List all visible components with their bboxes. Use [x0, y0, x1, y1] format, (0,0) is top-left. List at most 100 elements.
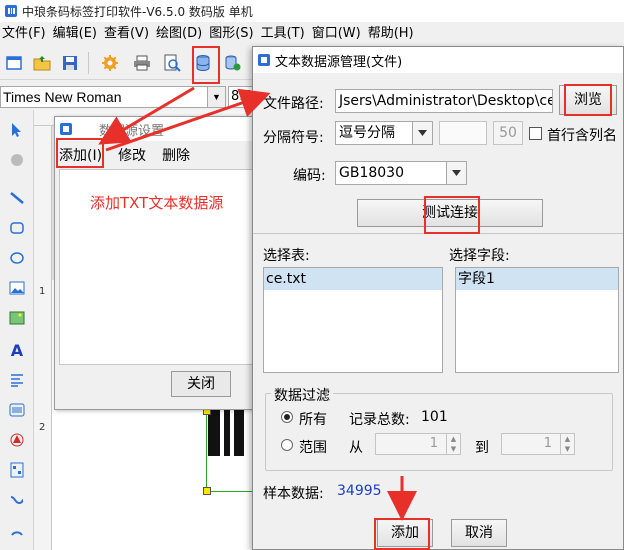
range-to-value: 1 — [543, 436, 552, 451]
app-title: 中琅条码标签打印软件-V6.5.0 数码版 单机 — [22, 4, 253, 19]
range-from-input[interactable]: 1 ▲ ▼ — [375, 433, 461, 455]
select-tool[interactable] — [5, 118, 29, 142]
filter-range-radio[interactable] — [281, 439, 293, 451]
rich-text-tool[interactable] — [5, 368, 29, 392]
open-button[interactable] — [30, 51, 54, 75]
range-from-label: 从 — [349, 440, 363, 456]
pan-icon — [11, 154, 23, 166]
record-count-value: 101 — [421, 409, 448, 425]
filter-all-radio[interactable] — [281, 411, 293, 423]
barcode-element[interactable] — [208, 410, 220, 456]
select-field-label: 选择字段: — [449, 248, 510, 264]
filter-all-label: 所有 — [299, 412, 327, 428]
add-button[interactable]: 添加 — [377, 519, 433, 547]
ruler-number: 2 — [39, 422, 46, 433]
sample-data-label: 样本数据: — [263, 486, 324, 502]
chevron-down-icon — [446, 162, 466, 184]
field-list-item[interactable]: 字段1 — [456, 268, 618, 290]
landscape-icon — [9, 311, 25, 325]
line-tool[interactable] — [5, 186, 29, 210]
menu-shape[interactable]: 图形(S) — [207, 22, 258, 46]
file-path-input[interactable]: Jsers\Administrator\Desktop\ce.txt — [335, 89, 553, 113]
barcode-element[interactable] — [234, 410, 244, 456]
sample-data-value: 34995 — [337, 483, 382, 499]
text-lines-icon — [11, 374, 23, 387]
line-icon — [10, 192, 24, 204]
test-connection-button[interactable]: 测试连接 — [357, 199, 543, 227]
shape-tool[interactable] — [5, 428, 29, 452]
print-button[interactable] — [130, 51, 154, 75]
cancel-button[interactable]: 取消 — [451, 519, 507, 547]
range-to-label: 到 — [475, 440, 489, 456]
close-button[interactable]: 关闭 — [171, 371, 231, 397]
barcode-icon — [9, 403, 25, 417]
separator-custom-input[interactable] — [439, 121, 487, 145]
selection-outline — [206, 491, 254, 492]
menu-view[interactable]: 查看(V) — [102, 22, 154, 46]
arc-tool[interactable] — [5, 518, 29, 542]
arc-icon — [11, 531, 23, 536]
hand-tool[interactable] — [5, 148, 29, 172]
ellipse-tool[interactable] — [5, 246, 29, 270]
datasource-dialog-titlebar: 数据源设置 — [55, 117, 253, 141]
encoding-value: GB18030 — [339, 165, 404, 181]
text-dialog-titlebar: 文本数据源管理(文件) — [253, 47, 623, 73]
spinner-arrows-icon[interactable]: ▲ ▼ — [560, 434, 574, 454]
range-to-input[interactable]: 1 ▲ ▼ — [501, 433, 575, 455]
field-list[interactable]: 字段1 — [455, 267, 619, 373]
menu-help[interactable]: 帮助(H) — [366, 22, 419, 46]
database-connect-button[interactable] — [220, 51, 244, 75]
select-table-label: 选择表: — [263, 248, 310, 264]
datasource-dialog-menu: 添加(I) 修改 删除 — [59, 145, 206, 167]
text-dialog-title: 文本数据源管理(文件) — [275, 54, 403, 70]
gear-icon — [102, 55, 118, 71]
ellipse-icon — [10, 252, 24, 264]
table-list[interactable]: ce.txt — [263, 267, 443, 373]
rectangle-tool[interactable] — [5, 216, 29, 240]
modify-menu-item[interactable]: 修改 — [118, 145, 146, 167]
annotation-text: 添加TXT文本数据源 — [90, 194, 224, 212]
data-filter-label: 数据过滤 — [271, 385, 333, 405]
datasource-list[interactable]: 添加TXT文本数据源 — [59, 169, 253, 365]
font-size-value: 8.5 — [231, 89, 252, 104]
save-button[interactable] — [58, 51, 82, 75]
encoding-select[interactable]: GB18030 — [335, 161, 467, 185]
browse-button[interactable]: 浏览 — [559, 85, 617, 115]
separator-count-input[interactable]: 50 — [493, 121, 523, 145]
printer-icon — [134, 55, 150, 71]
menu-draw[interactable]: 绘图(D) — [154, 22, 207, 46]
cursor-arrow-icon — [12, 123, 21, 137]
barcode-tool[interactable] — [5, 398, 29, 422]
menu-edit[interactable]: 编辑(E) — [51, 22, 102, 46]
new-document-button[interactable] — [2, 51, 26, 75]
font-family-value: Times New Roman — [3, 89, 122, 105]
text-datasource-dialog: 文本数据源管理(文件) 文件路径: Jsers\Administrator\De… — [252, 46, 624, 550]
print-preview-button[interactable] — [160, 51, 184, 75]
database-settings-button[interactable] — [191, 51, 215, 75]
rounded-rectangle-icon — [10, 222, 24, 234]
table-list-item[interactable]: ce.txt — [264, 268, 442, 290]
separator-value: 逗号分隔 — [339, 125, 395, 141]
menu-tools[interactable]: 工具(T) — [259, 22, 310, 46]
resize-handle[interactable] — [203, 487, 211, 495]
new-document-icon — [6, 56, 22, 70]
datasource-dialog-title: 数据源设置 — [99, 123, 165, 139]
print-preview-icon — [164, 54, 181, 72]
chevron-down-icon: ▼ — [207, 87, 225, 107]
first-row-header-checkbox[interactable] — [529, 127, 542, 140]
image-tool[interactable] — [5, 276, 29, 300]
qrcode-tool[interactable] — [5, 458, 29, 482]
font-family-select[interactable]: Times New Roman ▼ — [0, 86, 226, 108]
delete-menu-item[interactable]: 删除 — [162, 145, 190, 167]
barcode-element[interactable] — [224, 410, 230, 456]
settings-button[interactable] — [98, 51, 122, 75]
photo-tool[interactable] — [5, 306, 29, 330]
curve-tool[interactable] — [5, 488, 29, 512]
separator-select[interactable]: 逗号分隔 — [335, 121, 433, 145]
text-tool[interactable]: A — [5, 338, 29, 362]
menu-file[interactable]: 文件(F) — [0, 22, 51, 46]
spinner-arrows-icon[interactable]: ▲ ▼ — [446, 434, 460, 454]
curve-icon — [10, 496, 24, 505]
menu-window[interactable]: 窗口(W) — [310, 22, 366, 46]
add-menu-item[interactable]: 添加(I) — [59, 145, 102, 167]
